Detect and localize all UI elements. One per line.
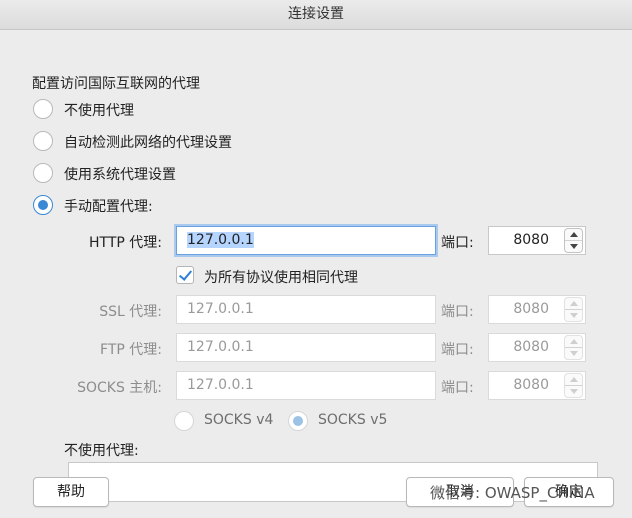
radio-socks-v5[interactable] [288, 411, 308, 431]
socks-port-input[interactable]: 8080 [488, 371, 586, 400]
section-title: 配置访问国际互联网的代理 [32, 76, 200, 92]
socks-host-label: SOCKS 主机: [77, 380, 162, 396]
ftp-proxy-label: FTP 代理: [100, 342, 162, 358]
ssl-proxy-value: 127.0.0.1 [187, 301, 254, 317]
ssl-port-value: 8080 [513, 301, 549, 317]
ssl-port-stepper[interactable] [564, 297, 583, 322]
radio-no-proxy[interactable] [33, 99, 53, 119]
ftp-port-stepper[interactable] [564, 335, 583, 360]
ftp-port-value: 8080 [513, 339, 549, 355]
radio-manual-proxy[interactable] [33, 195, 53, 215]
same-proxy-checkbox[interactable] [176, 266, 194, 284]
same-proxy-label: 为所有协议使用相同代理 [204, 270, 358, 286]
http-proxy-label: HTTP 代理: [89, 235, 162, 251]
ftp-port-input[interactable]: 8080 [488, 333, 586, 362]
radio-socks-v5-label: SOCKS v5 [318, 412, 388, 428]
radio-system-proxy[interactable] [33, 163, 53, 183]
ftp-proxy-value: 127.0.0.1 [187, 339, 254, 355]
radio-auto-detect[interactable] [33, 131, 53, 151]
socks-host-input[interactable]: 127.0.0.1 [176, 371, 436, 400]
ftp-port-label: 端口: [441, 342, 474, 358]
http-port-value: 8080 [513, 232, 549, 248]
window-titlebar: 连接设置 [0, 0, 632, 30]
no-proxy-label: 不使用代理: [64, 443, 139, 459]
window-title: 连接设置 [288, 6, 344, 22]
http-port-stepper[interactable] [564, 228, 583, 253]
ftp-proxy-input[interactable]: 127.0.0.1 [176, 333, 436, 362]
http-port-input[interactable]: 8080 [488, 226, 586, 255]
radio-manual-proxy-label: 手动配置代理: [64, 199, 153, 215]
help-button[interactable]: 帮助 [33, 477, 109, 507]
socks-port-value: 8080 [513, 377, 549, 393]
radio-socks-v4[interactable] [174, 411, 194, 431]
wechat-watermark: 微信号: OWASP_CHINA [430, 484, 595, 502]
http-proxy-value: 127.0.0.1 [187, 232, 254, 248]
socks-port-label: 端口: [441, 380, 474, 396]
radio-socks-v4-label: SOCKS v4 [204, 412, 274, 428]
http-proxy-input[interactable]: 127.0.0.1 [176, 226, 436, 255]
radio-system-proxy-label: 使用系统代理设置 [64, 167, 176, 183]
ssl-proxy-input[interactable]: 127.0.0.1 [176, 295, 436, 324]
socks-host-value: 127.0.0.1 [187, 377, 254, 393]
ssl-proxy-label: SSL 代理: [99, 304, 162, 320]
radio-auto-detect-label: 自动检测此网络的代理设置 [64, 135, 232, 151]
socks-port-stepper[interactable] [564, 373, 583, 398]
http-port-label: 端口: [441, 235, 474, 251]
ssl-port-input[interactable]: 8080 [488, 295, 586, 324]
radio-no-proxy-label: 不使用代理 [64, 103, 134, 119]
ssl-port-label: 端口: [441, 304, 474, 320]
